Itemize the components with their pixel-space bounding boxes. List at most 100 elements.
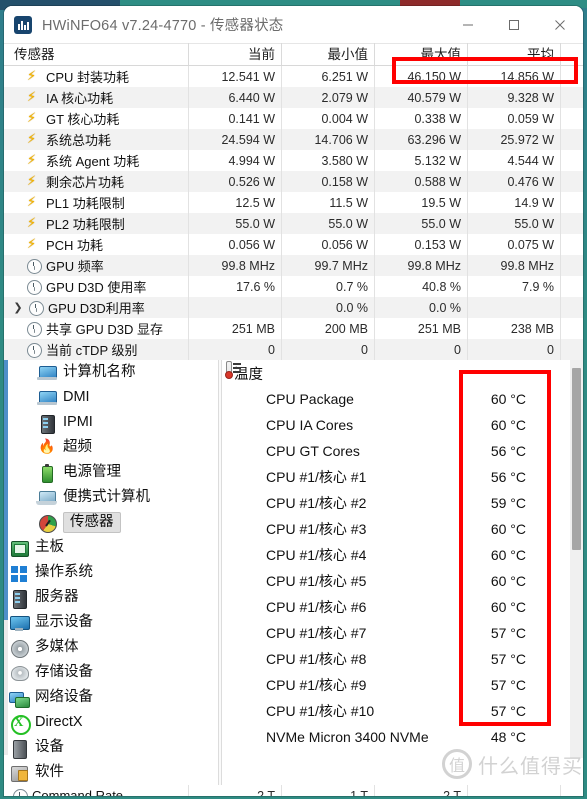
- temperature-row[interactable]: CPU GT Cores 56 °C: [222, 438, 583, 464]
- temperature-row[interactable]: CPU Package 60 °C: [222, 386, 583, 412]
- temperature-row[interactable]: CPU #1/核心 #9 57 °C: [222, 672, 583, 698]
- sensor-minimum-value: 0.7 %: [282, 276, 375, 297]
- bolt-icon: [26, 68, 42, 84]
- sensor-label: PCH 功耗: [46, 238, 104, 253]
- temperature-row[interactable]: CPU #1/核心 #10 57 °C: [222, 698, 583, 724]
- row-spacer: [561, 192, 583, 213]
- sidebar-item-7[interactable]: 主板: [4, 535, 218, 560]
- sensor-current-value: 0.056 W: [189, 234, 282, 255]
- chevron-right-icon[interactable]: ❯: [12, 301, 24, 314]
- sidebar-item-1[interactable]: DMI: [4, 385, 218, 410]
- temperature-row[interactable]: CPU #1/核心 #1 56 °C: [222, 464, 583, 490]
- sensor-minimum-value: 0: [282, 339, 375, 360]
- table-row[interactable]: PCH 功耗0.056 W0.056 W0.153 W0.075 W: [4, 234, 583, 255]
- sensor-current-value: 0.141 W: [189, 108, 282, 129]
- sidebar-item-12[interactable]: 存储设备: [4, 660, 218, 685]
- sensor-average-value: 0: [468, 339, 561, 360]
- sidebar-item-label: 存储设备: [35, 664, 93, 680]
- temperature-label: NVMe Micron 3400 NVMe: [266, 729, 429, 745]
- temperature-row[interactable]: CPU #1/核心 #8 57 °C: [222, 646, 583, 672]
- sensor-minimum-value: 0.0 %: [282, 297, 375, 318]
- table-row[interactable]: IA 核心功耗 6.440 W2.079 W40.579 W9.328 W: [4, 87, 583, 108]
- temperature-label: CPU #1/核心 #9: [266, 677, 367, 693]
- sensor-maximum-value: 0.588 W: [375, 171, 468, 192]
- sensor-maximum-value: 40.8 %: [375, 276, 468, 297]
- sidebar-item-14[interactable]: DirectX: [4, 710, 218, 735]
- sensor-average-value: 25.972 W: [468, 129, 561, 150]
- sidebar-item-label: 便携式计算机: [63, 489, 150, 505]
- sidebar-item-11[interactable]: 多媒体: [4, 635, 218, 660]
- bolt-icon: [26, 236, 42, 252]
- table-row[interactable]: 共享 GPU D3D 显存 251 MB 200 MB 251 MB 238 MB: [4, 318, 583, 339]
- footer-table-body: Command Rate2 T1 T2 TGear Mode111: [4, 785, 583, 796]
- temperature-row[interactable]: CPU #1/核心 #2 59 °C: [222, 490, 583, 516]
- temperature-value: 60 °C: [490, 391, 526, 407]
- temperature-row[interactable]: CPU #1/核心 #5 60 °C: [222, 568, 583, 594]
- monitor-icon: [36, 363, 58, 383]
- sensor-minimum-value: 0.004 W: [282, 108, 375, 129]
- sidebar-item-0[interactable]: 计算机名称: [4, 360, 218, 385]
- footer-table-row[interactable]: Command Rate 2 T1 T2 T: [4, 785, 583, 796]
- bolt-icon: [26, 173, 42, 189]
- sidebar-item-15[interactable]: 设备: [4, 735, 218, 760]
- bolt-icon: [26, 152, 42, 168]
- sidebar-item-label: 多媒体: [35, 639, 79, 655]
- temperature-row[interactable]: CPU #1/核心 #3 60 °C: [222, 516, 583, 542]
- sensor-average-value: 99.8 MHz: [468, 255, 561, 276]
- table-row[interactable]: ❯ GPU D3D利用率 0.0 % 0.0 %: [4, 297, 583, 318]
- sidebar-item-9[interactable]: 服务器: [4, 585, 218, 610]
- table-row[interactable]: GPU D3D 使用率 17.6 % 0.7 % 40.8 % 7.9 %: [4, 276, 583, 297]
- minimize-icon[interactable]: [445, 6, 491, 44]
- sensor-label: 共享 GPU D3D 显存: [46, 322, 164, 337]
- sidebar-item-2[interactable]: IPMI: [4, 410, 218, 435]
- temperature-scrollbar[interactable]: [570, 360, 583, 758]
- table-row[interactable]: PL2 功耗限制55.0 W55.0 W55.0 W55.0 W: [4, 213, 583, 234]
- sensor-average-value: 0.075 W: [468, 234, 561, 255]
- row-spacer: [561, 213, 583, 234]
- table-row[interactable]: 系统总功耗 24.594 W14.706 W63.296 W25.972 W: [4, 129, 583, 150]
- flame-icon: [36, 438, 58, 458]
- temperature-row[interactable]: CPU IA Cores 60 °C: [222, 412, 583, 438]
- sensor-name-cell: CPU 封装功耗: [4, 66, 189, 87]
- sidebar-item-8[interactable]: 操作系统: [4, 560, 218, 585]
- temperature-row[interactable]: NVMe Micron 3400 NVMe 48 °C: [222, 724, 583, 750]
- sensor-maximum-value: 0: [375, 339, 468, 360]
- column-header-maximum[interactable]: 最大值: [375, 43, 468, 65]
- table-row[interactable]: GPU 频率 99.8 MHz 99.7 MHz 99.8 MHz 99.8 MHz: [4, 255, 583, 276]
- maximize-icon[interactable]: [491, 6, 537, 44]
- sidebar-item-label: 电源管理: [63, 464, 121, 480]
- temperature-row[interactable]: CPU #1/核心 #6 60 °C: [222, 594, 583, 620]
- table-row[interactable]: PL1 功耗限制 12.5 W11.5 W19.5 W14.9 W: [4, 192, 583, 213]
- sensor-average-value: 55.0 W: [468, 213, 561, 234]
- column-header-sensor[interactable]: 传感器: [4, 43, 189, 65]
- table-row[interactable]: 系统 Agent 功耗 4.994 W3.580 W5.132 W4.544 W: [4, 150, 583, 171]
- table-row[interactable]: 剩余芯片功耗 0.526 W0.158 W0.588 W0.476 W: [4, 171, 583, 192]
- sidebar-item-10[interactable]: 显示设备: [4, 610, 218, 635]
- column-header-current[interactable]: 当前: [189, 43, 282, 65]
- hwinfo-app-icon: [14, 15, 32, 34]
- column-header-minimum[interactable]: 最小值: [282, 43, 375, 65]
- sensor-current-value: 12.5 W: [189, 192, 282, 213]
- category-tree-pane: 计算机名称 DMI IPMI 超频电源管理便携式计算机传感器主板操作系统服务器显示设备…: [4, 360, 218, 785]
- temperature-row[interactable]: CPU #1/核心 #4 60 °C: [222, 542, 583, 568]
- sidebar-item-6[interactable]: 传感器: [4, 510, 218, 535]
- sensor-average-value: [468, 297, 561, 318]
- table-row[interactable]: GT 核心功耗 0.141 W0.004 W0.338 W0.059 W: [4, 108, 583, 129]
- table-row[interactable]: CPU 封装功耗 12.541 W6.251 W46.150 W14.856 W: [4, 66, 583, 87]
- clock-icon: [26, 342, 42, 358]
- sensor-current-value: 24.594 W: [189, 129, 282, 150]
- table-row[interactable]: 当前 cTDP 级别 0 0 0 0: [4, 339, 583, 360]
- temperature-section-label: 温度: [234, 366, 263, 383]
- temperature-row[interactable]: CPU #1/核心 #7 57 °C: [222, 620, 583, 646]
- sidebar-item-4[interactable]: 电源管理: [4, 460, 218, 485]
- sidebar-item-5[interactable]: 便携式计算机: [4, 485, 218, 510]
- sensor-name-cell: 剩余芯片功耗: [4, 171, 189, 192]
- temperature-scrollbar-thumb[interactable]: [572, 368, 581, 550]
- sidebar-item-16[interactable]: 软件: [4, 760, 218, 785]
- column-header-average[interactable]: 平均: [468, 43, 561, 65]
- temperature-value: 57 °C: [490, 703, 526, 719]
- sidebar-item-13[interactable]: 网络设备: [4, 685, 218, 710]
- sidebar-item-3[interactable]: 超频: [4, 435, 218, 460]
- temperature-label: CPU #1/核心 #7: [266, 625, 367, 641]
- close-icon[interactable]: [537, 6, 583, 44]
